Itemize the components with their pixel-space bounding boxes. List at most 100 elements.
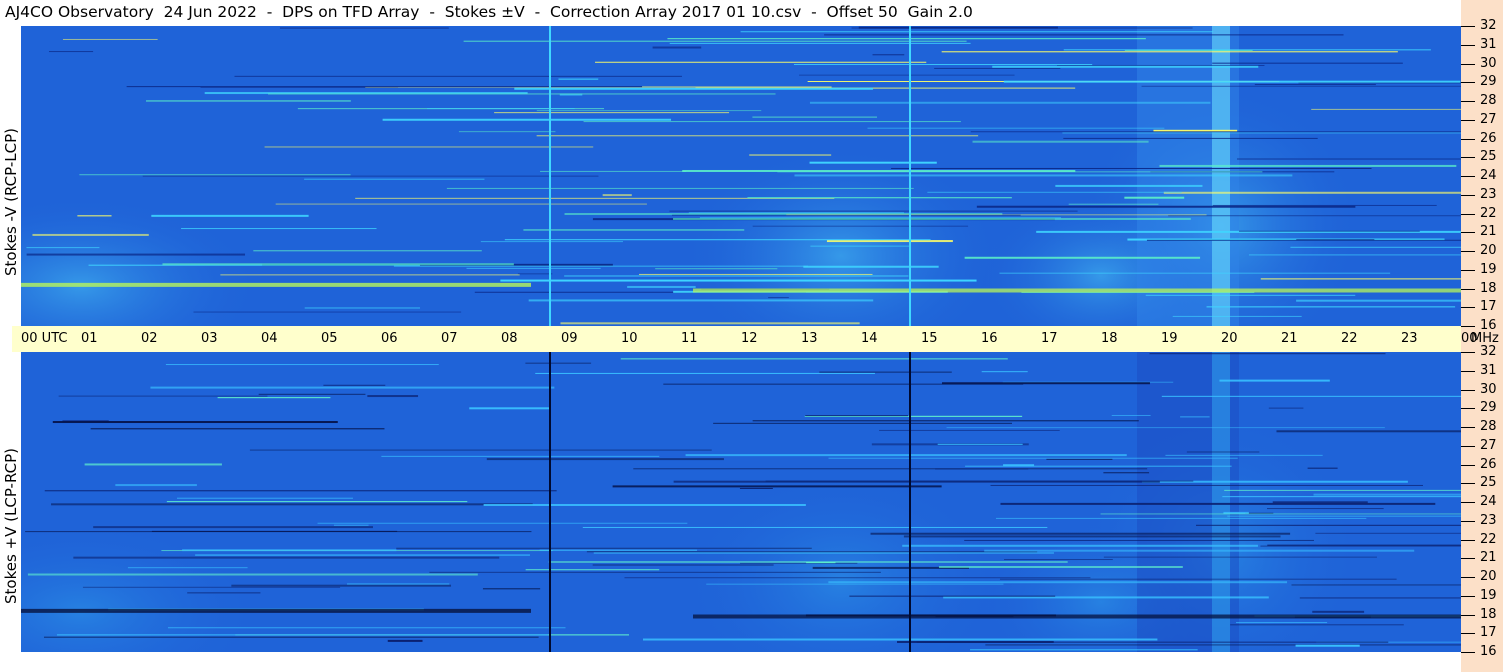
rfi-streak	[253, 250, 482, 252]
rfi-streak	[652, 46, 702, 49]
rfi-streak	[166, 501, 468, 503]
y-tick-label: 24	[1480, 168, 1497, 183]
y-tick-mark	[1461, 577, 1475, 578]
rfi-streak	[1068, 203, 1159, 205]
y-tick-label: 21	[1480, 224, 1497, 240]
rfi-streak	[1276, 430, 1461, 433]
rfi-streak	[941, 51, 1398, 53]
rfi-streak	[642, 638, 1158, 641]
rfi-streak	[469, 407, 550, 410]
y-tick-label: 21	[1480, 550, 1497, 566]
rfi-streak	[466, 267, 601, 269]
y-tick-mark	[1461, 26, 1475, 27]
marker-line-2	[909, 26, 911, 326]
rfi-streak	[943, 596, 1269, 599]
rfi-streak	[181, 228, 377, 230]
rfi-streak	[1260, 278, 1461, 280]
rfi-streak	[1267, 544, 1461, 546]
rfi-streak	[304, 307, 421, 309]
top-panel-ylabel: Stokes -V (RCP-LCP)	[2, 128, 20, 276]
rfi-streak	[220, 274, 520, 276]
rfi-streak	[1063, 137, 1318, 139]
rfi-streak	[669, 210, 1078, 212]
rfi-streak	[824, 34, 1344, 36]
rfi-streak	[984, 549, 1415, 552]
rfi-streak	[595, 61, 927, 63]
rfi-streak	[1236, 158, 1461, 160]
rfi-streak	[768, 297, 789, 299]
rfi-streak	[671, 214, 1021, 216]
y-tick-label: 25	[1480, 149, 1497, 165]
rfi-streak	[765, 480, 1194, 482]
rfi-streak	[805, 415, 909, 417]
rfi-streak	[1313, 493, 1461, 496]
rfi-streak	[1222, 496, 1461, 498]
x-tick-label: 14	[861, 331, 878, 346]
rfi-streak	[182, 549, 397, 552]
rfi-streak	[752, 225, 969, 227]
y-tick-label: 16	[1480, 644, 1497, 659]
y-tick-mark	[1461, 370, 1475, 372]
rfi-streak	[663, 383, 1024, 385]
rfi-streak	[73, 556, 500, 559]
rfi-streak	[26, 253, 246, 256]
rfi-streak	[935, 468, 1029, 470]
rfi-streak	[26, 247, 100, 249]
rfi-streak	[258, 393, 366, 395]
rfi-streak	[633, 468, 1148, 470]
rfi-streak	[1295, 644, 1360, 647]
x-tick-label: 21	[1281, 331, 1298, 346]
rfi-streak	[976, 205, 1356, 208]
rfi-streak	[458, 131, 556, 133]
x-tick-label: 01	[81, 331, 98, 346]
rfi-streak	[964, 539, 1314, 541]
rfi-streak	[583, 121, 961, 123]
rfi-streak	[429, 571, 881, 573]
y-tick-mark	[1461, 464, 1475, 466]
y-tick-mark	[1461, 445, 1475, 447]
rfi-streak	[916, 641, 1389, 643]
rfi-streak	[264, 146, 594, 148]
rfi-streak	[1227, 515, 1461, 517]
rfi-streak	[1238, 230, 1420, 232]
rfi-streak	[938, 566, 1183, 569]
rfi-streak	[990, 484, 1423, 486]
x-tick-label: 12	[741, 331, 758, 346]
y-tick-mark	[1461, 483, 1475, 485]
rfi-streak	[985, 644, 1461, 646]
rfi-streak	[749, 154, 832, 156]
rfi-streak	[234, 75, 682, 77]
rfi-streak	[902, 544, 1258, 547]
rfi-streak	[620, 358, 1008, 360]
rfi-streak	[810, 245, 910, 247]
rfi-streak	[43, 636, 539, 638]
rfi-streak	[891, 167, 1372, 169]
rfi-streak	[176, 497, 353, 499]
rfi-streak	[981, 371, 1028, 373]
rfi-streak	[927, 191, 1182, 193]
rfi-streak	[1145, 294, 1356, 296]
rfi-streak	[1163, 191, 1461, 194]
y-tick-label: 18	[1480, 606, 1497, 622]
rfi-streak	[231, 584, 452, 587]
rfi-streak	[582, 526, 1048, 528]
y-tick-mark	[1461, 269, 1475, 271]
x-tick-label: 22	[1341, 331, 1358, 346]
rfi-streak	[84, 463, 222, 466]
y-tick-mark	[1461, 326, 1475, 327]
rfi-streak	[1124, 196, 1185, 199]
rfi-band	[693, 288, 1461, 293]
rfi-streak	[1311, 108, 1461, 110]
y-tick-label: 28	[1480, 419, 1497, 434]
rfi-streak	[1168, 215, 1461, 217]
rfi-streak	[1196, 524, 1461, 526]
y-tick-mark	[1461, 213, 1475, 215]
rfi-streak	[1212, 204, 1437, 206]
x-tick-label: 05	[321, 331, 338, 346]
rfi-streak	[995, 517, 1367, 519]
y-tick-mark	[1461, 652, 1475, 653]
rfi-streak	[268, 93, 776, 95]
x-tick-label: 03	[201, 331, 218, 346]
rfi-streak	[126, 86, 643, 88]
rfi-streak	[77, 215, 112, 217]
